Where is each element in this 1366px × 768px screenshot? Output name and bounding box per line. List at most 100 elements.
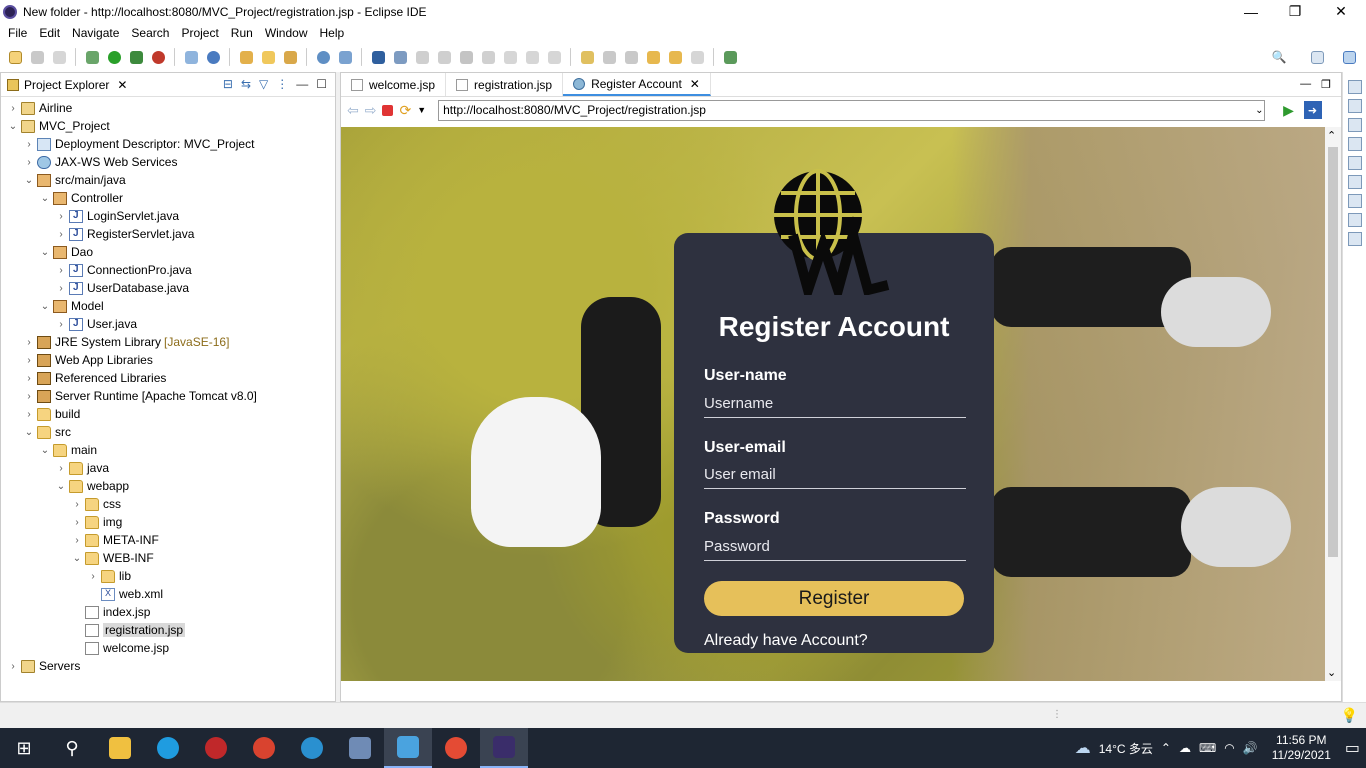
collapse-arrow-icon[interactable]: › bbox=[55, 283, 67, 294]
search-icon[interactable]: 🔍 bbox=[1270, 48, 1288, 66]
menu-file[interactable]: File bbox=[2, 26, 33, 40]
skip-breakpoints-icon[interactable] bbox=[391, 48, 409, 66]
tree-item[interactable]: ⌄ src bbox=[1, 423, 335, 441]
menu-edit[interactable]: Edit bbox=[33, 26, 66, 40]
run-icon[interactable] bbox=[105, 48, 123, 66]
tree-item[interactable]: › img bbox=[1, 513, 335, 531]
tree-item[interactable]: › LoginServlet.java bbox=[1, 207, 335, 225]
tree-item[interactable]: › lib bbox=[1, 567, 335, 585]
url-dropdown-icon[interactable]: ⌄ bbox=[1255, 105, 1263, 116]
menu-run[interactable]: Run bbox=[225, 26, 259, 40]
back-arrow-icon[interactable]: ⇦ bbox=[347, 102, 359, 119]
tree-item[interactable]: ⌄ main bbox=[1, 441, 335, 459]
browser-icon[interactable] bbox=[314, 48, 332, 66]
expand-arrow-icon[interactable]: ⌄ bbox=[39, 193, 51, 204]
tree-item[interactable]: ⌄ Controller bbox=[1, 189, 335, 207]
collapse-arrow-icon[interactable]: › bbox=[23, 139, 35, 150]
collapse-arrow-icon[interactable]: › bbox=[55, 265, 67, 276]
tree-item[interactable]: › RegisterServlet.java bbox=[1, 225, 335, 243]
register-button[interactable]: Register bbox=[704, 581, 964, 616]
suspend-icon[interactable] bbox=[435, 48, 453, 66]
view-menu-icon[interactable]: ⋮ bbox=[276, 77, 288, 91]
tree-item[interactable]: › User.java bbox=[1, 315, 335, 333]
app-icon[interactable] bbox=[192, 728, 240, 768]
collapse-arrow-icon[interactable]: › bbox=[23, 391, 35, 402]
back-icon[interactable] bbox=[666, 48, 684, 66]
app-window-icon[interactable] bbox=[336, 728, 384, 768]
collapse-arrow-icon[interactable]: › bbox=[71, 517, 83, 528]
tab-welcome-jsp[interactable]: welcome.jsp bbox=[341, 73, 447, 96]
tree-item[interactable]: ⌄ MVC_Project bbox=[1, 117, 335, 135]
menu-project[interactable]: Project bbox=[175, 26, 224, 40]
app-c-icon[interactable] bbox=[288, 728, 336, 768]
weather-text[interactable]: 14°C 多云 bbox=[1099, 740, 1153, 757]
tree-item[interactable]: › Server Runtime [Apache Tomcat v8.0] bbox=[1, 387, 335, 405]
tab-registration-jsp[interactable]: registration.jsp bbox=[446, 73, 564, 96]
email-input[interactable] bbox=[704, 461, 966, 489]
keyboard-icon[interactable]: ⌨ bbox=[1199, 741, 1216, 755]
maximize-view-icon[interactable]: ☐ bbox=[316, 77, 327, 91]
outline-icon[interactable] bbox=[1347, 99, 1362, 113]
edge-icon[interactable] bbox=[144, 728, 192, 768]
java-ee-perspective-icon[interactable] bbox=[1340, 48, 1358, 66]
active-app-icon[interactable] bbox=[384, 728, 432, 768]
tree-item[interactable]: › Referenced Libraries bbox=[1, 369, 335, 387]
data-source-icon[interactable] bbox=[1347, 213, 1362, 227]
restore-icon[interactable] bbox=[1347, 80, 1362, 94]
expand-arrow-icon[interactable]: ⌄ bbox=[23, 175, 35, 186]
go-icon[interactable]: ▶ bbox=[1280, 101, 1298, 119]
login-link[interactable]: Already have Account? bbox=[704, 632, 868, 650]
tab-register-account[interactable]: Register Account ✕ bbox=[563, 73, 711, 96]
disconnect-icon[interactable] bbox=[479, 48, 497, 66]
collapse-arrow-icon[interactable]: › bbox=[23, 355, 35, 366]
tree-item[interactable]: › Web App Libraries bbox=[1, 351, 335, 369]
collapse-arrow-icon[interactable]: › bbox=[7, 661, 19, 672]
wifi-icon[interactable]: ◠ bbox=[1224, 741, 1234, 755]
filter-icon[interactable]: ▽ bbox=[259, 77, 268, 91]
stop-icon[interactable] bbox=[382, 104, 394, 116]
tree-item[interactable]: › Airline bbox=[1, 99, 335, 117]
expand-arrow-icon[interactable]: ⌄ bbox=[71, 553, 83, 564]
pin-icon[interactable] bbox=[721, 48, 739, 66]
last-edit-icon[interactable] bbox=[644, 48, 662, 66]
expand-arrow-icon[interactable]: ⌄ bbox=[55, 481, 67, 492]
debug-icon[interactable] bbox=[83, 48, 101, 66]
new-server-icon[interactable] bbox=[182, 48, 200, 66]
tree-item[interactable]: ⌄ Dao bbox=[1, 243, 335, 261]
terminate-icon[interactable] bbox=[457, 48, 475, 66]
collapse-arrow-icon[interactable]: › bbox=[23, 409, 35, 420]
tree-item[interactable]: › JAX-WS Web Services bbox=[1, 153, 335, 171]
volume-icon[interactable]: 🔊 bbox=[1243, 741, 1258, 755]
menu-navigate[interactable]: Navigate bbox=[66, 26, 125, 40]
expand-arrow-icon[interactable]: ⌄ bbox=[39, 445, 51, 456]
tree-item[interactable]: › Servers bbox=[1, 657, 335, 675]
scroll-down-icon[interactable]: ⌄ bbox=[1327, 666, 1336, 679]
console-icon[interactable] bbox=[369, 48, 387, 66]
tree-item[interactable]: ⌄ webapp bbox=[1, 477, 335, 495]
perspective-icon[interactable] bbox=[1308, 48, 1326, 66]
link-editor-icon[interactable]: ⇆ bbox=[241, 77, 251, 91]
step-into-icon[interactable] bbox=[501, 48, 519, 66]
postman-icon[interactable] bbox=[240, 728, 288, 768]
save-icon[interactable] bbox=[28, 48, 46, 66]
maximize-button[interactable]: ❐ bbox=[1272, 0, 1318, 23]
next-annotation-icon[interactable] bbox=[600, 48, 618, 66]
snippets-icon[interactable] bbox=[1347, 232, 1362, 246]
chrome-icon[interactable] bbox=[432, 728, 480, 768]
new-class-icon[interactable] bbox=[204, 48, 222, 66]
coverage-icon[interactable] bbox=[127, 48, 145, 66]
minimize-view-icon[interactable]: — bbox=[296, 77, 308, 91]
explorer-title[interactable]: Project Explorer bbox=[24, 78, 109, 92]
task-list-icon[interactable] bbox=[1347, 118, 1362, 132]
minimize-editor-icon[interactable]: — bbox=[1300, 78, 1311, 91]
expand-arrow-icon[interactable]: ⌄ bbox=[23, 427, 35, 438]
password-input[interactable] bbox=[704, 533, 966, 561]
tree-item[interactable]: › ConnectionPro.java bbox=[1, 261, 335, 279]
new-icon[interactable] bbox=[6, 48, 24, 66]
notification-icon[interactable]: ▭ bbox=[1345, 738, 1360, 758]
collapse-arrow-icon[interactable]: › bbox=[55, 211, 67, 222]
collapse-arrow-icon[interactable]: › bbox=[55, 319, 67, 330]
tree-item[interactable]: welcome.jsp bbox=[1, 639, 335, 657]
menu-help[interactable]: Help bbox=[314, 26, 351, 40]
url-input[interactable] bbox=[438, 99, 1266, 121]
